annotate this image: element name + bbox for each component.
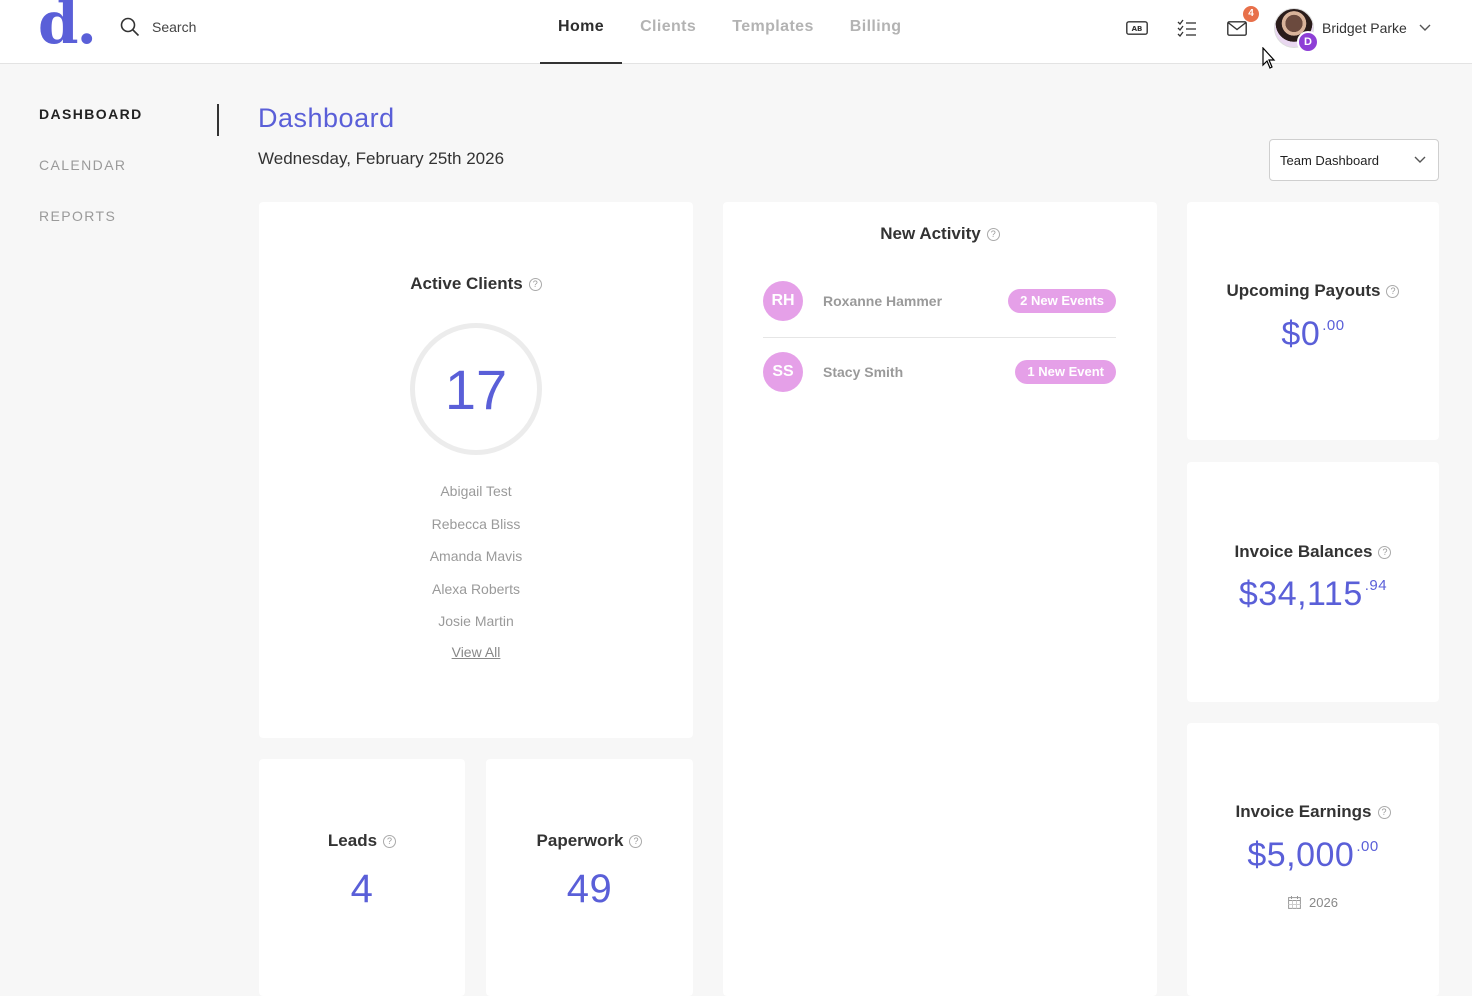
paperwork-title: Paperwork — [536, 831, 624, 850]
active-clients-count: 17 — [444, 357, 508, 421]
active-clients-title: Active Clients — [410, 274, 523, 293]
mouse-cursor-icon — [1262, 47, 1276, 69]
nav-clients[interactable]: Clients — [622, 0, 714, 64]
paperwork-card[interactable]: Paperwork ? 49 — [486, 759, 693, 996]
list-item[interactable]: Alexa Roberts — [259, 579, 693, 612]
upcoming-payouts-amount: $0.00 — [1187, 315, 1439, 354]
list-item[interactable]: Rebecca Bliss — [259, 514, 693, 547]
sidebar: DASHBOARD CALENDAR REPORTS — [39, 106, 143, 259]
help-icon[interactable]: ? — [528, 277, 542, 291]
amount-cents: .00 — [1322, 317, 1345, 334]
invoice-earnings-card[interactable]: Invoice Earnings ? $5,000.00 2026 — [1187, 723, 1439, 996]
view-all-link[interactable]: View All — [452, 644, 501, 660]
events-badge[interactable]: 2 New Events — [1008, 289, 1116, 313]
page-title: Dashboard — [258, 103, 395, 133]
amount-whole: $0 — [1281, 315, 1321, 353]
dashboard-select-value: Team Dashboard — [1280, 152, 1379, 168]
new-activity-title: New Activity — [880, 224, 981, 243]
upcoming-payouts-card[interactable]: Upcoming Payouts ? $0.00 — [1187, 202, 1439, 440]
help-icon[interactable]: ? — [1377, 805, 1391, 819]
nav-templates[interactable]: Templates — [714, 0, 832, 64]
amount-whole: $5,000 — [1247, 836, 1355, 874]
invoice-earnings-header: Invoice Earnings ? — [1187, 802, 1439, 822]
active-clients-card: Active Clients ? 17 Abigail Test Rebecca… — [259, 202, 693, 738]
invoice-balances-title: Invoice Balances — [1234, 542, 1373, 561]
paperwork-value: 49 — [566, 867, 613, 911]
new-activity-card: New Activity ? RH Roxanne Hammer 2 New E… — [723, 202, 1157, 996]
main-nav: Home Clients Templates Billing — [540, 0, 919, 64]
active-clients-header: Active Clients ? — [259, 274, 693, 294]
activity-client-name: Roxanne Hammer — [823, 293, 943, 309]
search-box[interactable]: Search — [120, 17, 196, 37]
help-icon[interactable]: ? — [629, 834, 643, 848]
paperwork-header: Paperwork ? — [486, 831, 693, 851]
list-item[interactable]: Amanda Mavis — [259, 546, 693, 579]
chevron-down-icon — [1419, 24, 1431, 31]
help-icon[interactable]: ? — [1378, 545, 1392, 559]
list-item[interactable]: Josie Martin — [259, 611, 693, 644]
new-activity-header: New Activity ? — [723, 224, 1157, 244]
active-clients-ring: 17 — [410, 323, 542, 455]
sidebar-item-dashboard[interactable]: DASHBOARD — [39, 106, 143, 157]
avatar: SS — [763, 352, 803, 392]
leads-card[interactable]: Leads ? 4 — [259, 759, 465, 996]
mail-count-badge: 4 — [1243, 6, 1259, 22]
help-icon[interactable]: ? — [986, 227, 1000, 241]
amount-whole: $34,115 — [1238, 575, 1363, 613]
avatar: D — [1274, 8, 1319, 53]
amount-cents: .00 — [1356, 838, 1379, 855]
help-icon[interactable]: ? — [1386, 284, 1400, 298]
earnings-year-picker[interactable]: 2026 — [1187, 895, 1439, 910]
amount-cents: .94 — [1364, 577, 1388, 594]
avatar: RH — [763, 281, 803, 321]
list-item[interactable]: Abigail Test — [259, 481, 693, 514]
checklist-icon[interactable] — [1175, 16, 1199, 40]
help-icon[interactable]: ? — [383, 834, 397, 848]
search-placeholder: Search — [152, 19, 197, 35]
invoice-balances-amount: $34,115.94 — [1187, 575, 1439, 614]
client-list: Abigail Test Rebecca Bliss Amanda Mavis … — [259, 481, 693, 662]
invoice-balances-card[interactable]: Invoice Balances ? $34,115.94 — [1187, 462, 1439, 702]
svg-text:AB: AB — [1132, 25, 1143, 33]
dashboard-select[interactable]: Team Dashboard — [1269, 139, 1439, 181]
search-icon — [120, 17, 140, 37]
invoice-earnings-title: Invoice Earnings — [1235, 802, 1372, 821]
user-menu[interactable]: D Bridget Parke — [1274, 8, 1431, 53]
upcoming-payouts-header: Upcoming Payouts ? — [1187, 281, 1439, 301]
leads-title: Leads — [327, 831, 378, 850]
earnings-year: 2026 — [1309, 895, 1338, 910]
nav-billing[interactable]: Billing — [832, 0, 920, 64]
account-badge: D — [1297, 31, 1319, 53]
leads-header: Leads ? — [259, 831, 465, 851]
chevron-down-icon — [1414, 156, 1426, 163]
brand-logo[interactable]: d. — [38, 0, 97, 52]
sidebar-item-reports[interactable]: REPORTS — [39, 208, 143, 259]
activity-client-name: Stacy Smith — [823, 364, 904, 380]
events-badge[interactable]: 1 New Event — [1015, 360, 1116, 384]
sidebar-item-calendar[interactable]: CALENDAR — [39, 157, 143, 208]
ab-test-icon[interactable]: AB — [1125, 16, 1149, 40]
page-date: Wednesday, February 25th 2026 — [258, 149, 505, 168]
activity-row[interactable]: SS Stacy Smith 1 New Event — [763, 337, 1116, 407]
invoice-balances-header: Invoice Balances ? — [1187, 542, 1439, 562]
activity-row[interactable]: RH Roxanne Hammer 2 New Events — [763, 266, 1116, 336]
leads-value: 4 — [350, 867, 374, 911]
invoice-earnings-amount: $5,000.00 — [1187, 836, 1439, 875]
nav-home[interactable]: Home — [540, 0, 623, 64]
upcoming-payouts-title: Upcoming Payouts — [1226, 281, 1381, 300]
sidebar-divider — [217, 104, 219, 136]
calendar-icon — [1288, 896, 1301, 909]
top-bar: d. Search Home Clients Templates Billing… — [0, 0, 1472, 64]
user-name: Bridget Parke — [1322, 20, 1407, 36]
